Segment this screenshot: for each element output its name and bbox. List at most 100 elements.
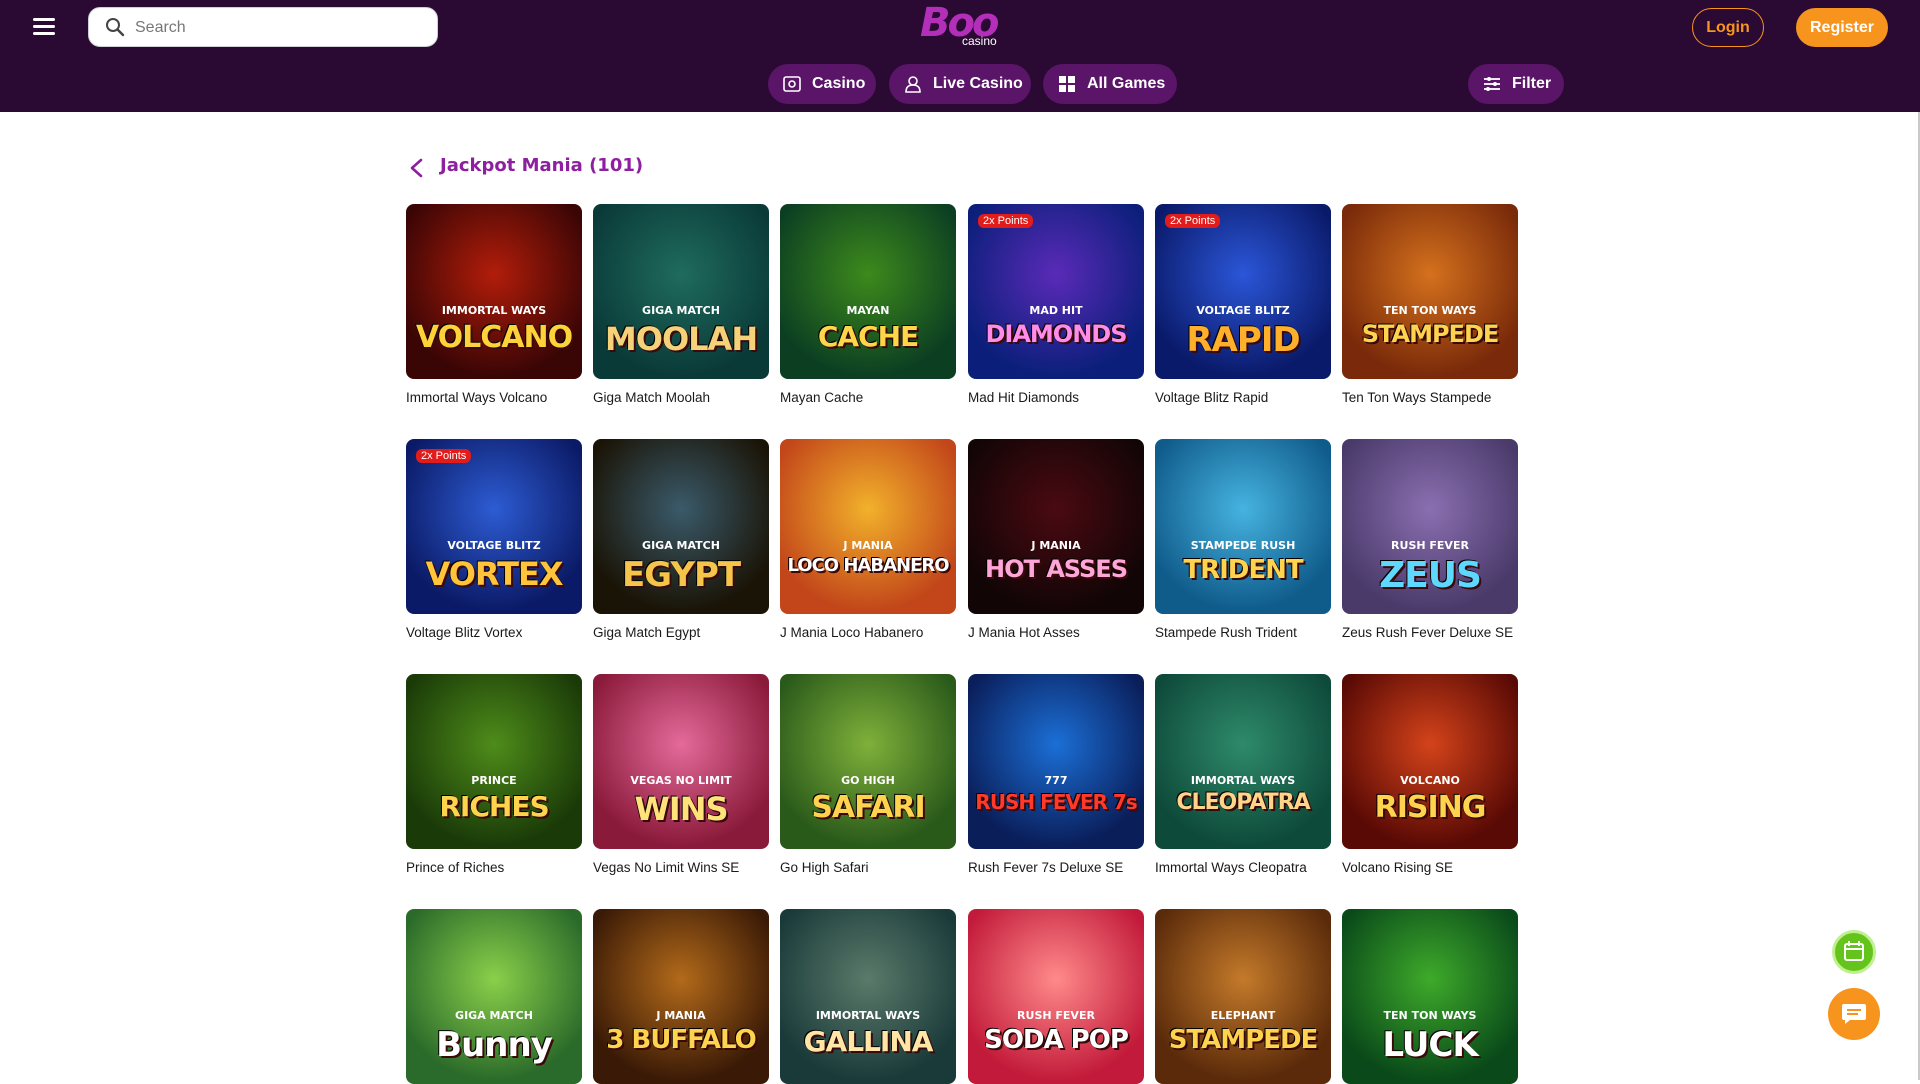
game-card[interactable]: VEGAS NO LIMIT WINS Vegas No Limit Wins SE [593,674,769,875]
nav-all-games[interactable]: All Games [1043,64,1177,104]
game-artwork [968,909,1144,1084]
game-thumbnail[interactable]: IMMORTAL WAYS VOLCANO [406,204,582,379]
game-thumbnail[interactable]: IMMORTAL WAYS CLEOPATRA [1155,674,1331,849]
game-title[interactable]: Stampede Rush Trident [1155,625,1345,640]
game-art-subtitle: IMMORTAL WAYS [441,304,547,317]
search-box[interactable] [88,7,438,47]
game-card[interactable]: TEN TON WAYS LUCK [1342,909,1518,1084]
game-thumbnail[interactable]: IMMORTAL WAYS GALLINA [780,909,956,1084]
game-card[interactable]: MAD HIT DIAMONDS 2x Points Mad Hit Diamonds [968,204,1144,405]
game-title[interactable]: Go High Safari [780,860,970,875]
game-title[interactable]: Rush Fever 7s Deluxe SE [968,860,1158,875]
nav-casino[interactable]: Casino [768,64,876,104]
chat-button[interactable] [1828,988,1880,1040]
game-card[interactable]: IMMORTAL WAYS CLEOPATRA Immortal Ways Cleo… [1155,674,1331,875]
game-title[interactable]: Voltage Blitz Rapid [1155,390,1345,405]
game-art-title: RISING [1374,790,1487,825]
game-title[interactable]: Immortal Ways Cleopatra [1155,860,1345,875]
game-title[interactable]: Mad Hit Diamonds [968,390,1158,405]
game-art-subtitle: PRINCE [471,774,517,787]
game-card[interactable]: GIGA MATCH Bunny [406,909,582,1084]
points-badge: 2x Points [1165,214,1221,228]
nav-live-casino[interactable]: Live Casino [889,64,1031,104]
game-card[interactable]: RUSH FEVER ZEUS Zeus Rush Fever Deluxe SE [1342,439,1518,640]
game-card[interactable]: J MANIA LOCO HABANERO J Mania Loco Habaner… [780,439,956,640]
game-title[interactable]: Giga Match Egypt [593,625,783,640]
game-thumbnail[interactable]: GIGA MATCH Bunny [406,909,582,1084]
game-card[interactable]: GO HIGH SAFARI Go High Safari [780,674,956,875]
game-thumbnail[interactable]: VOLCANO RISING [1342,674,1518,849]
game-thumbnail[interactable]: RUSH FEVER SODA POP [968,909,1144,1084]
game-title[interactable]: Mayan Cache [780,390,970,405]
game-title[interactable]: J Mania Loco Habanero [780,625,970,640]
game-thumbnail[interactable]: J MANIA LOCO HABANERO [780,439,956,614]
game-thumbnail[interactable]: TEN TON WAYS LUCK [1342,909,1518,1084]
game-thumbnail[interactable]: STAMPEDE RUSH TRIDENT [1155,439,1331,614]
game-title[interactable]: J Mania Hot Asses [968,625,1158,640]
filter-button[interactable]: Filter [1468,64,1564,104]
game-card[interactable]: VOLCANO RISING Volcano Rising SE [1342,674,1518,875]
game-thumbnail[interactable]: MAD HIT DIAMONDS 2x Points [968,204,1144,379]
game-card[interactable]: GIGA MATCH MOOLAH Giga Match Moolah [593,204,769,405]
hamburger-menu-icon[interactable] [30,14,58,42]
game-art-subtitle: GIGA MATCH [642,539,720,552]
game-art-subtitle: TEN TON WAYS [1383,1009,1477,1022]
game-title[interactable]: Volcano Rising SE [1342,860,1532,875]
game-thumbnail[interactable]: VEGAS NO LIMIT WINS [593,674,769,849]
game-title[interactable]: Zeus Rush Fever Deluxe SE [1342,625,1532,640]
game-thumbnail[interactable]: GIGA MATCH MOOLAH [593,204,769,379]
game-card[interactable]: J MANIA 3 BUFFALO [593,909,769,1084]
game-art-title: SAFARI [811,790,925,825]
game-card[interactable]: VOLTAGE BLITZ RAPID 2x Points Voltage Blitz… [1155,204,1331,405]
grid-icon [1059,76,1075,92]
game-title[interactable]: Giga Match Moolah [593,390,783,405]
game-card[interactable]: STAMPEDE RUSH TRIDENT Stampede Rush Triden… [1155,439,1331,640]
search-input[interactable] [135,15,425,41]
logo-subtext: casino [962,34,997,48]
nav-casino-label: Casino [812,75,866,92]
game-thumbnail[interactable]: VOLTAGE BLITZ RAPID 2x Points [1155,204,1331,379]
game-title[interactable]: Prince of Riches [406,860,596,875]
game-thumbnail[interactable]: J MANIA HOT ASSES [968,439,1144,614]
game-thumbnail[interactable]: MAYAN CACHE [780,204,956,379]
game-art-title: SODA POP [984,1025,1129,1055]
game-thumbnail[interactable]: GIGA MATCH EGYPT [593,439,769,614]
game-art-title: RICHES [439,790,549,823]
game-card[interactable]: ELEPHANT STAMPEDE [1155,909,1331,1084]
game-thumbnail[interactable]: VOLTAGE BLITZ VORTEX 2x Points [406,439,582,614]
game-art-subtitle: IMMORTAL WAYS [815,1009,921,1022]
game-card[interactable]: RUSH FEVER SODA POP [968,909,1144,1084]
game-card[interactable]: MAYAN CACHE Mayan Cache [780,204,956,405]
game-art-subtitle: MAD HIT [1029,304,1083,317]
game-art-subtitle: VEGAS NO LIMIT [630,774,732,787]
game-card[interactable]: IMMORTAL WAYS VOLCANO Immortal Ways Volcan… [406,204,582,405]
game-card[interactable]: IMMORTAL WAYS GALLINA [780,909,956,1084]
game-card[interactable]: TEN TON WAYS STAMPEDE Ten Ton Ways Stamped… [1342,204,1518,405]
game-art-subtitle: RUSH FEVER [1017,1009,1095,1022]
back-chevron-icon[interactable] [406,156,428,180]
game-artwork [593,909,769,1084]
game-card[interactable]: VOLTAGE BLITZ VORTEX 2x Points Voltage Blit… [406,439,582,640]
game-art-title: STAMPEDE [1361,320,1500,348]
game-thumbnail[interactable]: TEN TON WAYS STAMPEDE [1342,204,1518,379]
game-thumbnail[interactable]: RUSH FEVER ZEUS [1342,439,1518,614]
game-title[interactable]: Immortal Ways Volcano [406,390,596,405]
game-artwork [968,204,1144,379]
login-button[interactable]: Login [1692,8,1764,47]
game-art-subtitle: J MANIA [1031,539,1081,552]
calendar-button[interactable] [1832,930,1876,974]
game-thumbnail[interactable]: PRINCE RICHES [406,674,582,849]
game-thumbnail[interactable]: GO HIGH SAFARI [780,674,956,849]
game-card[interactable]: GIGA MATCH EGYPT Giga Match Egypt [593,439,769,640]
game-thumbnail[interactable]: 777 RUSH FEVER 7s [968,674,1144,849]
game-title[interactable]: Ten Ton Ways Stampede [1342,390,1532,405]
game-card[interactable]: 777 RUSH FEVER 7s Rush Fever 7s Deluxe SE [968,674,1144,875]
boo-casino-logo[interactable]: Boo casino [920,0,1004,50]
game-card[interactable]: PRINCE RICHES Prince of Riches [406,674,582,875]
register-button[interactable]: Register [1796,8,1888,47]
game-title[interactable]: Vegas No Limit Wins SE [593,860,783,875]
game-thumbnail[interactable]: ELEPHANT STAMPEDE [1155,909,1331,1084]
game-card[interactable]: J MANIA HOT ASSES J Mania Hot Asses [968,439,1144,640]
game-title[interactable]: Voltage Blitz Vortex [406,625,596,640]
game-thumbnail[interactable]: J MANIA 3 BUFFALO [593,909,769,1084]
